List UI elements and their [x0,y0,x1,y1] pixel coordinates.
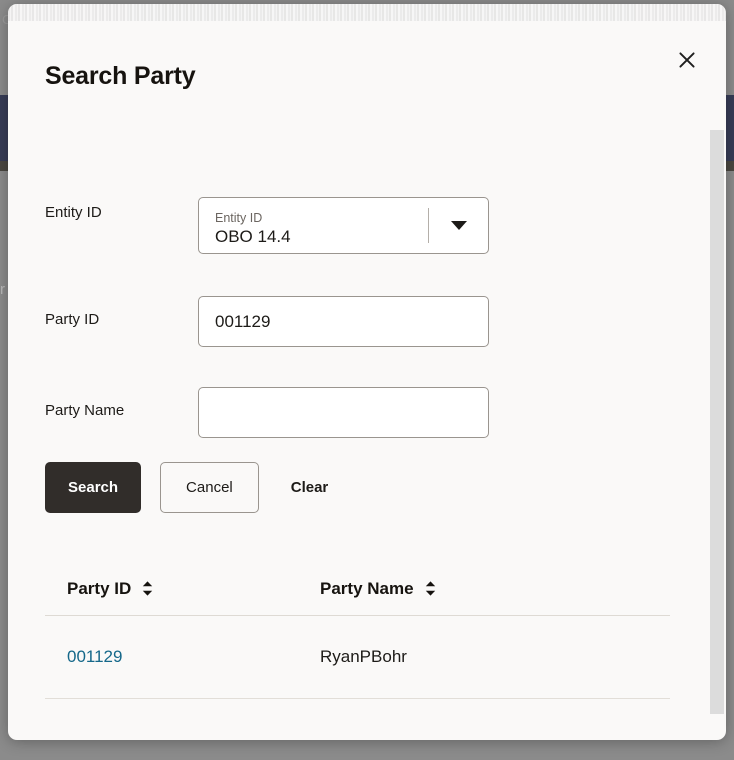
entity-id-floating-label: Entity ID [215,210,428,226]
dialog-action-buttons: Search Cancel Clear [45,462,344,513]
field-row-party-name: Party Name [45,387,685,438]
chevron-down-icon[interactable] [429,198,488,253]
search-button[interactable]: Search [45,462,141,513]
sort-updown-icon[interactable] [424,580,437,597]
dialog-scrollbar[interactable] [710,130,724,714]
cancel-button[interactable]: Cancel [160,462,259,513]
label-entity-id: Entity ID [45,197,198,221]
caret-shape [451,221,467,230]
table-row: 001129 RyanPBohr [45,616,670,699]
background-side-text: r [0,281,5,298]
party-id-input[interactable] [198,296,489,347]
close-icon[interactable] [671,44,703,76]
sort-updown-icon[interactable] [141,580,154,597]
party-name-input[interactable] [198,387,489,438]
entity-id-combobox-text: Entity ID OBO 14.4 [199,198,428,253]
table-header-row: Party ID Party Name [45,562,670,616]
entity-id-combobox[interactable]: Entity ID OBO 14.4 [198,197,489,254]
party-id-link[interactable]: 001129 [67,647,122,666]
cell-party-name: RyanPBohr [320,647,407,667]
cell-party-id: 001129 [45,647,320,667]
field-row-entity-id: Entity ID Entity ID OBO 14.4 [45,197,685,254]
search-results-table: Party ID Party Name 001129 [45,562,670,699]
clear-button[interactable]: Clear [275,462,345,513]
field-row-party-id: Party ID [45,296,685,347]
label-party-id: Party ID [45,296,198,328]
column-header-party-name[interactable]: Party Name [320,579,437,599]
dialog-body: Search Party Entity ID Entity ID OBO 14.… [8,4,726,740]
dialog-title: Search Party [45,62,195,91]
label-party-name: Party Name [45,387,198,419]
search-party-dialog: Search Party Entity ID Entity ID OBO 14.… [8,4,726,740]
column-header-party-id-label: Party ID [67,579,131,599]
column-header-party-name-label: Party Name [320,579,414,599]
column-header-party-id[interactable]: Party ID [45,579,320,599]
entity-id-value: OBO 14.4 [215,226,428,248]
